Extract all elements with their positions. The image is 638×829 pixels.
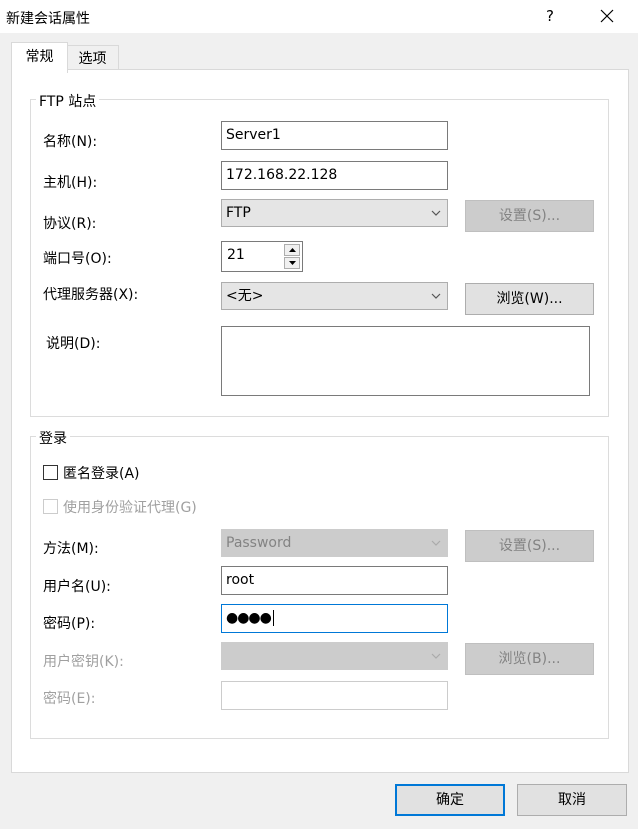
proxy-select[interactable]: <无>	[221, 282, 448, 310]
anonymous-login-label[interactable]: 匿名登录(A)	[63, 463, 140, 483]
passphrase-label: 密码(E):	[43, 691, 96, 707]
ok-button[interactable]: 确定	[395, 784, 505, 816]
close-button[interactable]	[590, 2, 624, 30]
tab-options[interactable]: 选项	[66, 45, 119, 72]
username-field[interactable]: root	[221, 566, 448, 595]
name-label: 名称(N):	[43, 134, 98, 150]
port-decrement-button[interactable]	[284, 257, 300, 269]
auth-proxy-checkbox[interactable]	[43, 499, 58, 514]
anonymous-login-checkbox[interactable]	[43, 465, 58, 480]
cancel-button[interactable]: 取消	[517, 784, 627, 816]
username-label: 用户名(U):	[43, 579, 111, 595]
proxy-browse-button[interactable]: 浏览(W)...	[465, 283, 594, 315]
tab-general[interactable]: 常规	[11, 42, 68, 73]
host-label: 主机(H):	[43, 175, 98, 191]
text-cursor	[272, 610, 274, 626]
password-label: 密码(P):	[43, 616, 96, 632]
protocol-select-value: FTP	[226, 205, 251, 221]
description-label: 说明(D):	[46, 336, 101, 352]
host-field[interactable]: 172.168.22.128	[221, 161, 448, 190]
protocol-label: 协议(R):	[43, 216, 97, 232]
method-settings-button[interactable]: 设置(S)...	[465, 530, 594, 562]
user-key-label: 用户密钥(K):	[43, 654, 124, 670]
window-title: 新建会话属性	[6, 11, 90, 27]
name-field[interactable]: Server1	[221, 121, 448, 150]
proxy-select-value: <无>	[226, 288, 264, 304]
user-key-browse-button[interactable]: 浏览(B)...	[465, 643, 594, 675]
protocol-settings-button[interactable]: 设置(S)...	[465, 200, 594, 232]
chevron-down-icon	[431, 200, 441, 226]
ftp-site-group-title: FTP 站点	[36, 91, 100, 111]
method-label: 方法(M):	[43, 541, 99, 557]
protocol-select[interactable]: FTP	[221, 199, 448, 227]
arrow-up-icon	[288, 248, 296, 252]
method-select[interactable]: Password	[221, 529, 448, 557]
port-label: 端口号(O):	[43, 251, 112, 267]
auth-proxy-label: 使用身份验证代理(G)	[63, 500, 197, 516]
password-field[interactable]: ●●●●	[221, 604, 448, 633]
user-key-select[interactable]	[221, 642, 448, 670]
port-stepper[interactable]: 21	[221, 241, 303, 272]
help-button[interactable]: ?	[534, 2, 566, 30]
arrow-down-icon	[288, 261, 296, 265]
login-group-title: 登录	[36, 428, 70, 448]
passphrase-field[interactable]	[221, 681, 448, 710]
proxy-label: 代理服务器(X):	[43, 287, 139, 303]
chevron-down-icon	[431, 283, 441, 309]
chevron-down-icon	[431, 643, 441, 669]
chevron-down-icon	[431, 530, 441, 556]
description-field[interactable]	[221, 326, 590, 396]
port-value: 21	[227, 247, 245, 263]
close-icon	[600, 9, 614, 23]
method-select-value: Password	[226, 535, 292, 551]
port-increment-button[interactable]	[284, 244, 300, 256]
password-mask: ●●●●	[226, 610, 272, 626]
